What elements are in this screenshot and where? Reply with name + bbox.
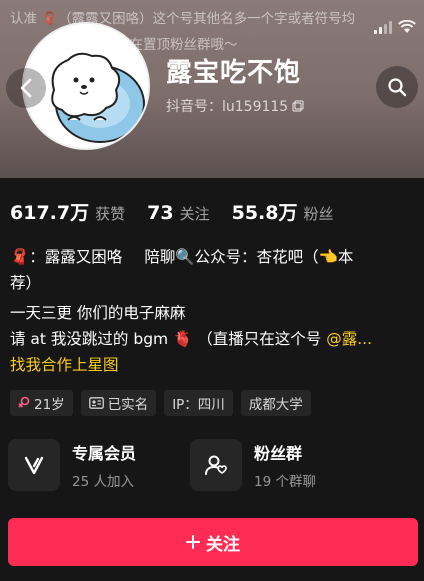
bio-line-2: 荐） <box>10 274 42 292</box>
tag-school[interactable]: 成都大学 <box>240 390 311 416</box>
stat-followers[interactable]: 55.8万 粉丝 <box>232 198 334 225</box>
exclusive-membership-card[interactable]: 专属会员 25 人加入 <box>8 439 190 491</box>
stat-likes[interactable]: 617.7万 获赞 <box>10 198 125 225</box>
tag-ip: IP：四川 <box>164 390 233 416</box>
follow-button[interactable]: 关注 <box>8 518 418 566</box>
bio-line-3: 一天三更 你们的电子麻麻 <box>10 304 186 322</box>
member-v-icon <box>8 439 60 491</box>
feature-cards: 专属会员 25 人加入 粉丝群 19 个群聊 <box>8 439 418 491</box>
fans-group-card[interactable]: 粉丝群 19 个群聊 <box>190 439 372 491</box>
profile-tags: 21岁 已实名 IP：四川 成都大学 <box>10 390 311 416</box>
tag-verified-label: 已实名 <box>107 397 149 413</box>
tag-ip-label: IP：四川 <box>172 397 225 413</box>
bio-line-1-a: 🧣：露露又困咯 <box>10 248 123 266</box>
signal-icon <box>374 21 392 34</box>
back-button[interactable] <box>6 68 46 108</box>
bio-line-4-text: 请 at 我没跳过的 bgm 🫀 （直播只在这个号 <box>10 330 322 348</box>
profile-banner: 认准 🧣（露露又困咯）这个号其他名多一个字或者符号均 都在置顶粉丝群哦～ 露宝吃… <box>0 0 424 178</box>
search-button[interactable] <box>376 66 418 108</box>
wifi-icon <box>398 20 416 33</box>
tag-age: 21岁 <box>10 390 73 416</box>
status-bar-icons <box>374 20 416 34</box>
fans-group-icon <box>190 439 242 491</box>
id-card-icon <box>88 397 104 409</box>
bio-line-1-b: 陪聊🔍公众号：杏花吧（👈本 <box>144 248 354 266</box>
stat-followers-num: 55.8万 <box>231 202 298 224</box>
bio-line-1: 🧣：露露又困咯 陪聊🔍公众号：杏花吧（👈本 <box>10 244 424 270</box>
fans-group-sub: 19 个群聊 <box>254 474 316 490</box>
tag-age-label: 21岁 <box>34 397 65 413</box>
tag-verified: 已实名 <box>80 390 157 416</box>
star-map-link[interactable]: 找我合作上星图 <box>10 352 424 378</box>
stat-likes-label: 获赞 <box>95 205 126 223</box>
plus-icon <box>186 535 200 549</box>
bio-line-4: 请 at 我没跳过的 bgm 🫀 （直播只在这个号 @露... <box>10 326 424 352</box>
tag-school-label: 成都大学 <box>248 397 303 413</box>
stat-following-label: 关注 <box>179 205 210 223</box>
exclusive-membership-sub: 25 人加入 <box>72 474 134 490</box>
exclusive-membership-title: 专属会员 <box>72 444 137 463</box>
gender-female-icon <box>18 396 30 410</box>
stat-likes-num: 617.7万 <box>10 202 90 224</box>
bio-mention-link[interactable]: @露... <box>326 330 372 348</box>
douyin-id[interactable]: 抖音号：lu159115 <box>166 96 304 116</box>
stat-followers-label: 粉丝 <box>303 205 334 223</box>
stat-following[interactable]: 73 关注 <box>147 202 209 224</box>
copy-icon[interactable] <box>292 100 304 112</box>
follow-button-label: 关注 <box>206 534 240 555</box>
profile-nickname: 露宝吃不饱 <box>166 58 302 88</box>
douyin-id-text: 抖音号：lu159115 <box>166 99 289 115</box>
profile-bio: 🧣：露露又困咯 陪聊🔍公众号：杏花吧（👈本 荐） 一天三更 你们的电子麻麻 请 a… <box>10 244 424 378</box>
stat-following-num: 73 <box>147 202 174 224</box>
fans-group-title: 粉丝群 <box>254 444 303 463</box>
search-icon <box>388 78 407 97</box>
chevron-left-icon <box>20 78 32 98</box>
profile-stats: 617.7万 获赞 73 关注 55.8万 粉丝 <box>10 198 356 225</box>
